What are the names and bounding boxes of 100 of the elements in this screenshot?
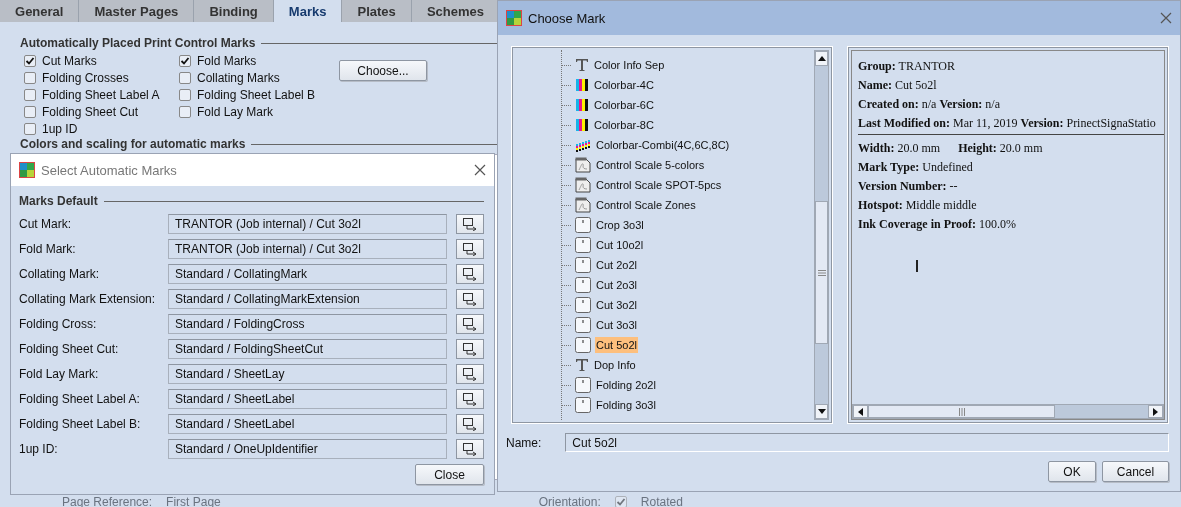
tree-item[interactable]: Control Scale SPOT-5pcs	[595, 177, 723, 193]
tree-item[interactable]: Folding 3o3l	[595, 397, 657, 413]
info-text: Version Number: --	[858, 178, 959, 195]
checkbox[interactable]	[24, 89, 36, 101]
mark-field[interactable]: Standard / CollatingMarkExtension	[168, 288, 447, 309]
pick-button[interactable]	[456, 413, 484, 434]
pick-button[interactable]	[456, 438, 484, 459]
mark-field[interactable]: Standard / OneUpIdentifier	[168, 438, 447, 459]
close-button[interactable]: Close	[415, 464, 484, 485]
pick-button[interactable]	[456, 313, 484, 334]
colorbar-icon	[575, 118, 589, 132]
replace-icon	[462, 241, 478, 256]
left-arrow-icon[interactable]	[858, 407, 863, 416]
tree-item[interactable]: Colorbar-6C	[593, 97, 655, 113]
mark-field[interactable]: Standard / SheetLay	[168, 363, 447, 384]
field-label: Collating Mark Extension:	[19, 291, 157, 306]
dialog-button[interactable]: Cancel	[1102, 461, 1169, 482]
tree-item[interactable]: Colorbar-Combi(4C,6C,8C)	[595, 137, 731, 153]
tab[interactable]: Marks	[273, 0, 343, 22]
mark-field[interactable]: Standard / FoldingCross	[168, 313, 447, 334]
group-title: Automatically Placed Print Control Marks	[20, 36, 500, 50]
replace-icon	[462, 391, 478, 406]
mark-icon	[575, 377, 591, 393]
checkbox-label: 1up ID	[42, 122, 78, 136]
mark-field[interactable]: Standard / SheetLabel	[168, 388, 447, 409]
checkbox[interactable]	[179, 106, 191, 118]
checkbox[interactable]	[179, 55, 191, 67]
pick-button[interactable]	[456, 213, 484, 234]
window-title: Choose Mark	[528, 10, 606, 26]
checkbox-label: Cut Marks	[42, 54, 97, 68]
tree-item[interactable]: Cut 2o2l	[595, 257, 638, 273]
field-label: 1up ID:	[19, 441, 59, 456]
mark-icon	[575, 257, 591, 273]
tab[interactable]: Plates	[342, 0, 412, 22]
replace-icon	[462, 266, 478, 281]
close-icon[interactable]	[474, 164, 486, 176]
info-text: Width: 20.0 mm Height: 20.0 mm	[858, 140, 1044, 157]
tree-item[interactable]: Folding 2o2l	[595, 377, 657, 393]
scrollbar-thumb[interactable]	[868, 405, 1055, 418]
mark-icon	[575, 397, 591, 413]
down-arrow-icon[interactable]	[817, 409, 826, 414]
mark-field[interactable]: TRANTOR (Job internal) / Cut 3o2l	[168, 213, 447, 234]
replace-icon	[462, 316, 478, 331]
scrollbar-thumb[interactable]	[815, 201, 828, 344]
dialog-button[interactable]: OK	[1048, 461, 1096, 482]
mark-icon	[575, 317, 591, 333]
tab[interactable]: Master Pages	[79, 0, 195, 22]
tree-item[interactable]: Control Scale Zones	[595, 197, 697, 213]
pick-button[interactable]	[456, 288, 484, 309]
text-cursor-icon	[916, 260, 918, 272]
tree-item[interactable]: Colorbar-4C	[593, 77, 655, 93]
info-text: Ink Coverage in Proof: 100.0%	[858, 216, 1018, 233]
field-label: Fold Lay Mark:	[19, 366, 100, 381]
pick-button[interactable]	[456, 238, 484, 259]
name-field[interactable]: Cut 5o2l	[565, 433, 1169, 452]
checkbox[interactable]	[24, 55, 36, 67]
mark-icon	[575, 277, 591, 293]
tree-item[interactable]: Dop Info	[593, 357, 637, 373]
tab[interactable]: Schemes	[411, 0, 500, 22]
tree-item[interactable]: Colorbar-8C	[593, 117, 655, 133]
pick-button[interactable]	[456, 263, 484, 284]
tree-item[interactable]: Control Scale 5-colors	[595, 157, 706, 173]
colorbar-icon	[575, 98, 589, 112]
up-arrow-icon[interactable]	[817, 56, 826, 61]
checkbox-label: Folding Sheet Label A	[42, 88, 160, 102]
close-icon[interactable]	[1160, 12, 1172, 24]
pick-button[interactable]	[456, 338, 484, 359]
right-arrow-icon[interactable]	[1153, 407, 1158, 416]
horizontal-scrollbar[interactable]	[852, 404, 1164, 419]
tree-item[interactable]: Cut 5o2l	[595, 337, 638, 353]
vertical-scrollbar[interactable]	[814, 50, 829, 420]
replace-icon	[462, 416, 478, 431]
checkbox[interactable]	[179, 72, 191, 84]
pick-button[interactable]	[456, 363, 484, 384]
tab[interactable]: Binding	[194, 0, 274, 22]
checkbox[interactable]	[24, 106, 36, 118]
checkbox-label: Folding Sheet Cut	[42, 105, 139, 119]
tree-item[interactable]: Cut 10o2l	[595, 237, 645, 253]
tree-item[interactable]: Cut 3o3l	[595, 317, 638, 333]
checkbox[interactable]	[614, 495, 627, 507]
choose-button[interactable]: Choose...	[339, 60, 427, 81]
field-label: Fold Mark:	[19, 241, 77, 256]
checkbox[interactable]	[179, 89, 191, 101]
checkbox[interactable]	[24, 123, 36, 135]
checkbox[interactable]	[24, 72, 36, 84]
mark-field[interactable]: Standard / FoldingSheetCut	[168, 338, 447, 359]
tree-item[interactable]: Crop 3o3l	[595, 217, 645, 233]
checkbox-label: Folding Crosses	[42, 71, 129, 85]
tree-item[interactable]: Cut 2o3l	[595, 277, 638, 293]
replace-icon	[462, 341, 478, 356]
mark-field[interactable]: Standard / CollatingMark	[168, 263, 447, 284]
text-icon	[575, 358, 589, 372]
pick-button[interactable]	[456, 388, 484, 409]
mark-field[interactable]: TRANTOR (Job internal) / Cut 3o2l	[168, 238, 447, 259]
tree-item[interactable]: Color Info Sep	[593, 57, 666, 73]
field-label: Folding Sheet Cut:	[19, 341, 120, 356]
mark-field[interactable]: Standard / SheetLabel	[168, 413, 447, 434]
tree-item[interactable]: Cut 3o2l	[595, 297, 638, 313]
tab[interactable]: General	[0, 0, 80, 22]
replace-icon	[462, 441, 478, 456]
